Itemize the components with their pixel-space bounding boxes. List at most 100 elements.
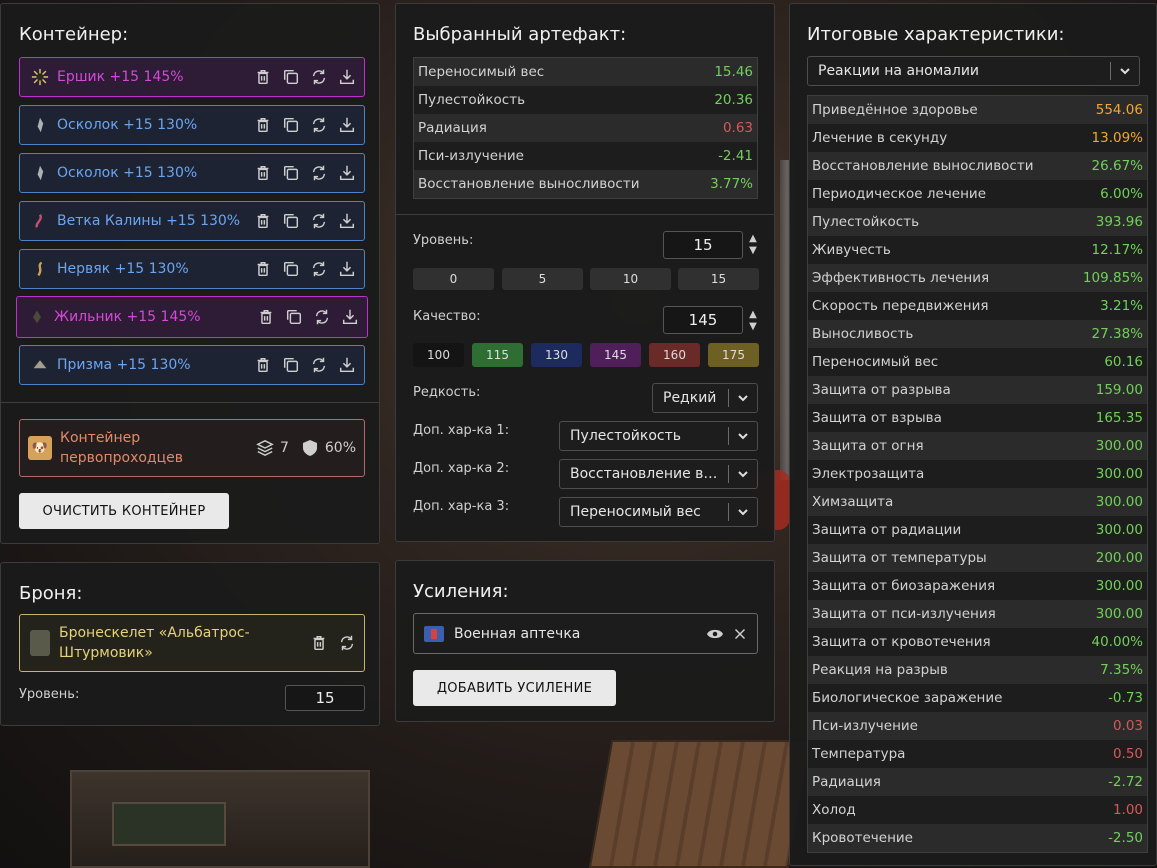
stat-value: 3.77%	[710, 176, 753, 192]
artifact-slot-name: Призма +15 130%	[57, 357, 191, 373]
download-artifact-button[interactable]	[337, 116, 356, 135]
download-artifact-button[interactable]	[337, 356, 356, 375]
extra1-select[interactable]: Пулестойкость	[559, 421, 758, 451]
download-icon	[339, 117, 354, 133]
stat-value: 13.09%	[1091, 130, 1143, 146]
trash-icon	[257, 165, 268, 181]
duplicate-artifact-button[interactable]	[281, 356, 300, 375]
download-artifact-button[interactable]	[337, 212, 356, 231]
replace-artifact-button[interactable]	[309, 116, 328, 135]
artifact-slot-6[interactable]: Жильник +15 145%	[16, 296, 368, 338]
duplicate-artifact-button[interactable]	[284, 308, 303, 327]
quality-preset-button[interactable]: 145	[590, 343, 641, 367]
chevron-down-icon[interactable]: ▼	[743, 245, 763, 257]
totals-filter-select[interactable]: Реакции на аномалии	[807, 56, 1140, 86]
delete-artifact-button[interactable]	[253, 164, 272, 183]
background-crate	[588, 740, 812, 868]
artifact-stats-table: Переносимый вес 15.46 Пулестойкость 20.36…	[413, 57, 758, 199]
artifact-slot-actions	[253, 356, 364, 375]
quality-preset-button[interactable]: 115	[472, 343, 523, 367]
delete-artifact-button[interactable]	[253, 116, 272, 135]
level-preset-button[interactable]: 10	[590, 268, 671, 290]
level-preset-button[interactable]: 0	[413, 268, 494, 290]
artifact-quality-input[interactable]: 145	[663, 306, 743, 334]
stat-name: Химзащита	[812, 494, 894, 510]
artifact-slot-5[interactable]: Нервяк +15 130%	[19, 249, 365, 289]
armor-card[interactable]: Бронескелет «Альбатрос- Штурмовик»	[19, 614, 365, 672]
delete-artifact-button[interactable]	[253, 260, 272, 279]
artifact-slot-2[interactable]: Осколок +15 130%	[19, 105, 365, 145]
download-artifact-button[interactable]	[337, 68, 356, 87]
stat-name: Приведённое здоровье	[812, 102, 978, 118]
stat-name: Переносимый вес	[418, 64, 545, 80]
totals-stats-table: Приведённое здоровье 554.06 Лечение в сек…	[807, 95, 1148, 853]
stat-value: 7.35%	[1100, 662, 1143, 678]
chevron-up-icon[interactable]: ▲	[743, 309, 763, 321]
stat-value: 300.00	[1095, 522, 1143, 538]
stat-row: Защита от огня 300.00	[808, 432, 1147, 460]
delete-artifact-button[interactable]	[256, 308, 275, 327]
stat-value: 6.00%	[1100, 186, 1143, 202]
artifact-level-input[interactable]: 15	[663, 231, 743, 259]
artifact-level-stepper[interactable]: ▲ ▼	[743, 233, 763, 257]
buff-remove-button[interactable]	[730, 624, 749, 643]
artifact-slot-7[interactable]: Призма +15 130%	[19, 345, 365, 385]
container-divider	[1, 402, 379, 403]
stat-value: 300.00	[1095, 494, 1143, 510]
download-artifact-button[interactable]	[337, 164, 356, 183]
duplicate-artifact-button[interactable]	[281, 260, 300, 279]
level-preset-button[interactable]: 5	[502, 268, 583, 290]
artifact-slot-4[interactable]: Ветка Калины +15 130%	[19, 201, 365, 241]
replace-artifact-button[interactable]	[309, 212, 328, 231]
replace-artifact-button[interactable]	[309, 164, 328, 183]
quality-preset-button[interactable]: 160	[649, 343, 700, 367]
totals-title: Итоговые характеристики:	[807, 24, 1065, 45]
stat-name: Восстановление выносливости	[418, 176, 640, 192]
delete-artifact-button[interactable]	[253, 356, 272, 375]
download-artifact-button[interactable]	[337, 260, 356, 279]
refresh-icon	[312, 165, 325, 181]
replace-artifact-button[interactable]	[309, 356, 328, 375]
duplicate-artifact-button[interactable]	[281, 164, 300, 183]
download-icon	[339, 261, 354, 277]
armor-replace-button[interactable]	[337, 634, 356, 653]
delete-artifact-button[interactable]	[253, 212, 272, 231]
artifact-slot-3[interactable]: Осколок +15 130%	[19, 153, 365, 193]
copy-icon	[283, 213, 298, 229]
artifact-slot-actions	[253, 68, 364, 87]
extra3-select[interactable]: Переносимый вес	[559, 497, 758, 527]
stat-row: Защита от разрыва 159.00	[808, 376, 1147, 404]
duplicate-artifact-button[interactable]	[281, 116, 300, 135]
quality-preset-button[interactable]: 175	[708, 343, 759, 367]
quality-preset-button[interactable]: 100	[413, 343, 464, 367]
selected-artifact-panel: Выбранный артефакт: Переносимый вес 15.4…	[395, 3, 775, 542]
extra2-label: Доп. хар-ка 2:	[413, 461, 510, 476]
buff-item[interactable]: Военная аптечка	[413, 613, 758, 654]
quality-preset-button[interactable]: 130	[531, 343, 582, 367]
armor-delete-button[interactable]	[309, 634, 328, 653]
duplicate-artifact-button[interactable]	[281, 212, 300, 231]
armor-level-input[interactable]: 15	[285, 685, 365, 711]
replace-artifact-button[interactable]	[312, 308, 331, 327]
container-box-card[interactable]: 🐶 Контейнер первопроходцев 7 60%	[19, 419, 365, 477]
buff-toggle-visibility-button[interactable]	[705, 624, 724, 643]
armor-level-label: Уровень:	[19, 687, 80, 702]
replace-artifact-button[interactable]	[309, 260, 328, 279]
copy-icon	[286, 309, 301, 325]
chevron-down-icon[interactable]: ▼	[743, 321, 763, 333]
delete-artifact-button[interactable]	[253, 68, 272, 87]
download-artifact-button[interactable]	[340, 308, 359, 327]
chevron-up-icon[interactable]: ▲	[743, 233, 763, 245]
stat-row: Пулестойкость 20.36	[414, 86, 757, 114]
extra2-select[interactable]: Восстановление выносливости	[559, 459, 758, 489]
artifact-slot-1[interactable]: Ершик +15 145%	[19, 57, 365, 97]
rarity-select[interactable]: Редкий	[652, 383, 758, 413]
stat-name: Пси-излучение	[812, 718, 918, 734]
stat-name: Живучесть	[812, 242, 891, 258]
add-buff-button[interactable]: ДОБАВИТЬ УСИЛЕНИЕ	[413, 670, 616, 706]
artifact-quality-stepper[interactable]: ▲ ▼	[743, 309, 763, 333]
clear-container-button[interactable]: ОЧИСТИТЬ КОНТЕЙНЕР	[19, 493, 229, 529]
replace-artifact-button[interactable]	[309, 68, 328, 87]
level-preset-button[interactable]: 15	[678, 268, 759, 290]
duplicate-artifact-button[interactable]	[281, 68, 300, 87]
